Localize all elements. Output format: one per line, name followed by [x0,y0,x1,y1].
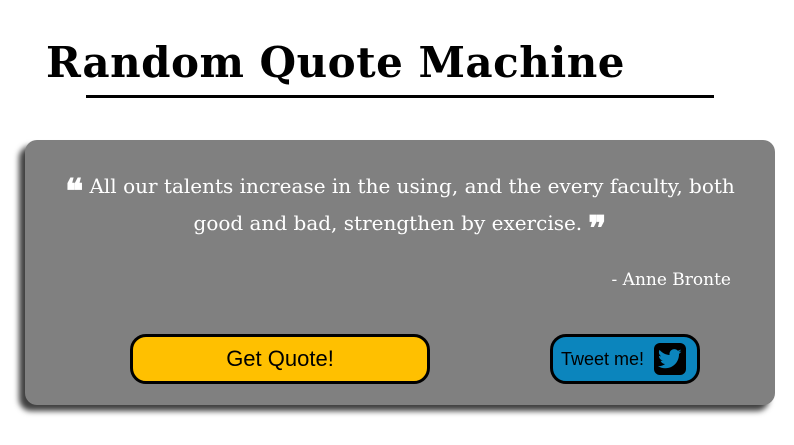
close-quote-icon: ❞ [588,209,607,249]
tweet-button[interactable]: Tweet me! [550,334,700,384]
page-title: Random Quote Machine [46,38,625,87]
quote-text: All our talents increase in the using, a… [89,174,735,235]
open-quote-icon: ❝ [65,172,84,212]
quote-text-block: ❝ All our talents increase in the using, … [45,168,755,249]
twitter-icon [654,343,687,375]
tweet-label: Tweet me! [561,348,645,369]
page: Random Quote Machine ❝ All our talents in… [0,0,794,445]
quote-box: ❝ All our talents increase in the using, … [25,140,775,405]
quote-author: - Anne Bronte [611,270,731,290]
get-quote-label: Get Quote! [226,346,334,371]
get-quote-button[interactable]: Get Quote! [130,334,430,384]
title-underline [86,95,714,98]
